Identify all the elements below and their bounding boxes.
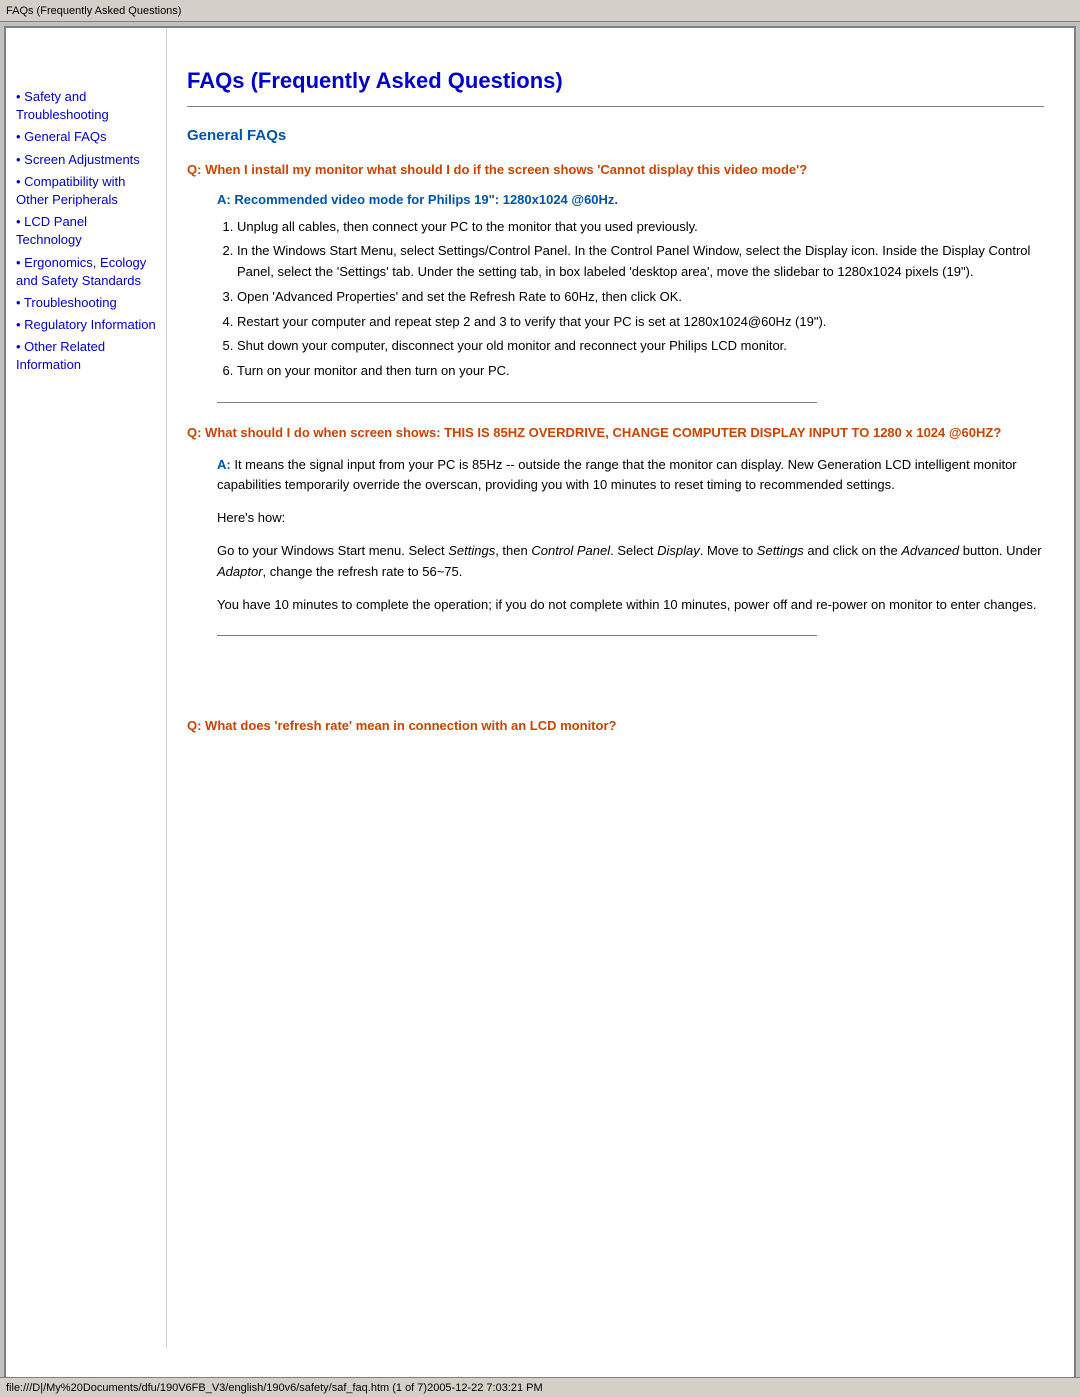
answer-2-block: A: It means the signal input from your P… [217, 455, 1044, 616]
sidebar-link-general-faqs[interactable]: • General FAQs [16, 128, 156, 146]
answer-2-intro: A: It means the signal input from your P… [217, 455, 1044, 497]
answer-1-steps: Unplug all cables, then connect your PC … [237, 217, 1044, 383]
answer-1-label: A: Recommended video mode for Philips 19… [217, 192, 1044, 207]
question-3-section: Q: What does 'refresh rate' mean in conn… [187, 716, 1044, 736]
question-2-text: Q: What should I do when screen shows: T… [187, 423, 1044, 443]
answer-1-block: A: Recommended video mode for Philips 19… [217, 192, 1044, 383]
section-title: General FAQs [187, 127, 1044, 144]
page-title: FAQs (Frequently Asked Questions) [187, 68, 1044, 94]
sidebar-item-troubleshooting[interactable]: • Troubleshooting [16, 294, 156, 312]
sidebar-item-safety[interactable]: • Safety and Troubleshooting [16, 88, 156, 124]
title-bar: FAQs (Frequently Asked Questions) [0, 0, 1080, 22]
step-6: Turn on your monitor and then turn on yo… [237, 361, 1044, 382]
sidebar-link-compatibility[interactable]: • Compatibility with Other Peripherals [16, 173, 156, 209]
title-divider [187, 106, 1044, 107]
sidebar-link-ergonomics[interactable]: • Ergonomics, Ecology and Safety Standar… [16, 254, 156, 290]
sidebar-link-lcd[interactable]: • LCD Panel Technology [16, 213, 156, 249]
status-bar: file:///D|/My%20Documents/dfu/190V6FB_V3… [0, 1377, 1080, 1397]
step-3: Open 'Advanced Properties' and set the R… [237, 287, 1044, 308]
main-content: FAQs (Frequently Asked Questions) Genera… [166, 28, 1074, 1348]
question-2-section: Q: What should I do when screen shows: T… [187, 423, 1044, 636]
title-bar-text: FAQs (Frequently Asked Questions) [6, 5, 181, 17]
sidebar-item-lcd[interactable]: • LCD Panel Technology [16, 213, 156, 249]
answer-2-timer: You have 10 minutes to complete the oper… [217, 595, 1044, 616]
divider-2 [217, 635, 817, 636]
answer-2-instructions: Go to your Windows Start menu. Select Se… [217, 541, 1044, 583]
spacer [187, 656, 1044, 716]
question-1-section: Q: When I install my monitor what should… [187, 160, 1044, 403]
browser-window: • Safety and Troubleshooting • General F… [4, 26, 1076, 1386]
sidebar-link-regulatory[interactable]: • Regulatory Information [16, 316, 156, 334]
divider-1 [217, 402, 817, 403]
sidebar-item-ergonomics[interactable]: • Ergonomics, Ecology and Safety Standar… [16, 254, 156, 290]
sidebar-item-general-faqs[interactable]: • General FAQs [16, 128, 156, 146]
sidebar-item-screen[interactable]: • Screen Adjustments [16, 151, 156, 169]
sidebar-item-regulatory[interactable]: • Regulatory Information [16, 316, 156, 334]
step-1: Unplug all cables, then connect your PC … [237, 217, 1044, 238]
sidebar-link-other[interactable]: • Other Related Information [16, 338, 156, 374]
answer-2-label: A: [217, 457, 231, 472]
step-5: Shut down your computer, disconnect your… [237, 336, 1044, 357]
sidebar-item-compatibility[interactable]: • Compatibility with Other Peripherals [16, 173, 156, 209]
sidebar-link-screen[interactable]: • Screen Adjustments [16, 151, 156, 169]
status-bar-text: file:///D|/My%20Documents/dfu/190V6FB_V3… [6, 1382, 543, 1394]
question-3-text: Q: What does 'refresh rate' mean in conn… [187, 716, 1044, 736]
sidebar-item-other[interactable]: • Other Related Information [16, 338, 156, 374]
sidebar-link-safety[interactable]: • Safety and Troubleshooting [16, 88, 156, 124]
sidebar-link-troubleshooting[interactable]: • Troubleshooting [16, 294, 156, 312]
sidebar: • Safety and Troubleshooting • General F… [6, 28, 166, 1348]
step-4: Restart your computer and repeat step 2 … [237, 312, 1044, 333]
question-1-text: Q: When I install my monitor what should… [187, 160, 1044, 180]
step-2: In the Windows Start Menu, select Settin… [237, 241, 1044, 283]
page-layout: • Safety and Troubleshooting • General F… [6, 28, 1074, 1348]
heres-how: Here's how: [217, 508, 1044, 529]
